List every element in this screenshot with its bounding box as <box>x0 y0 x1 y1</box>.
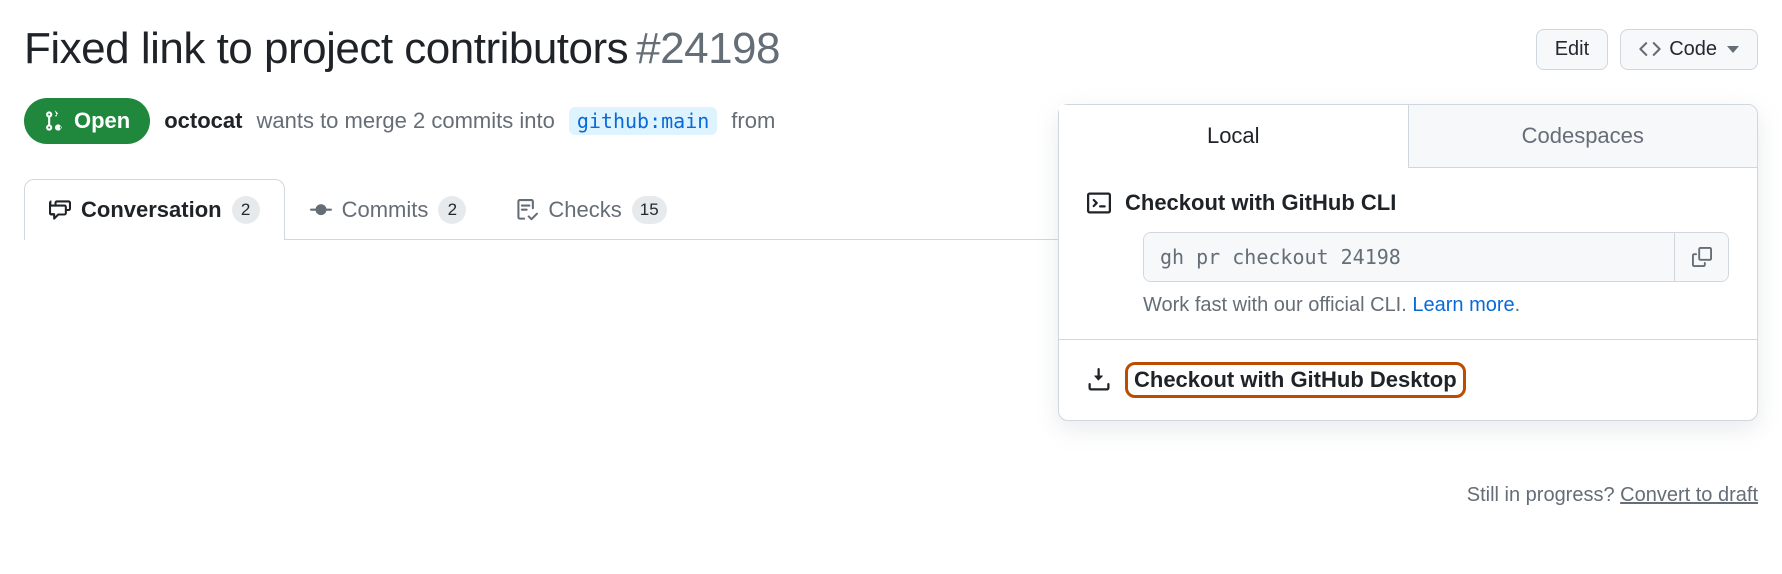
state-label: Open <box>74 108 130 134</box>
tab-conversation-count: 2 <box>232 196 260 224</box>
tab-conversation-label: Conversation <box>81 197 222 223</box>
comment-discussion-icon <box>49 199 71 221</box>
draft-hint: Still in progress? Convert to draft <box>1467 484 1758 507</box>
convert-to-draft-link[interactable]: Convert to draft <box>1620 484 1758 506</box>
copy-icon <box>1692 247 1712 267</box>
pr-number: #24198 <box>636 24 780 74</box>
cli-learn-more-link[interactable]: Learn more <box>1412 294 1514 316</box>
merge-from-text: from <box>731 108 775 134</box>
copy-button[interactable] <box>1674 233 1728 281</box>
state-badge: Open <box>24 98 150 144</box>
tab-commits-count: 2 <box>438 196 466 224</box>
cli-command-input[interactable] <box>1144 233 1674 281</box>
terminal-icon <box>1087 191 1111 215</box>
dropdown-tab-codespaces[interactable]: Codespaces <box>1409 105 1758 168</box>
desktop-heading-text: Checkout with GitHub Desktop <box>1134 367 1457 392</box>
pr-title: Fixed link to project contributors #2419… <box>24 24 780 74</box>
cli-heading: Checkout with GitHub CLI <box>1087 190 1729 216</box>
code-dropdown: Local Codespaces Checkout with GitHub CL… <box>1058 104 1758 421</box>
desktop-heading[interactable]: Checkout with GitHub Desktop <box>1087 362 1729 398</box>
edit-button[interactable]: Edit <box>1536 29 1608 70</box>
desktop-download-icon <box>1087 368 1111 392</box>
merge-text: wants to merge 2 commits into <box>256 108 554 134</box>
tab-commits[interactable]: Commits 2 <box>285 179 492 240</box>
git-commit-icon <box>310 199 332 221</box>
draft-hint-text: Still in progress? <box>1467 484 1615 506</box>
tab-checks-label: Checks <box>548 197 621 223</box>
cli-heading-text: Checkout with GitHub CLI <box>1125 190 1396 216</box>
pr-author[interactable]: octocat <box>164 108 242 134</box>
tab-conversation[interactable]: Conversation 2 <box>24 179 285 240</box>
tab-commits-label: Commits <box>342 197 429 223</box>
base-branch[interactable]: github:main <box>569 107 717 135</box>
code-button-label: Code <box>1669 38 1717 61</box>
tab-checks[interactable]: Checks 15 <box>491 179 691 240</box>
git-pull-request-icon <box>44 110 66 132</box>
code-button[interactable]: Code <box>1620 29 1758 70</box>
dropdown-tab-local[interactable]: Local <box>1059 105 1409 168</box>
checklist-icon <box>516 199 538 221</box>
pr-title-text: Fixed link to project contributors <box>24 24 628 74</box>
code-icon <box>1639 38 1661 60</box>
desktop-heading-highlight: Checkout with GitHub Desktop <box>1125 362 1466 398</box>
cli-hint-text: Work fast with our official CLI. <box>1143 294 1407 316</box>
cli-hint: Work fast with our official CLI. Learn m… <box>1143 294 1729 317</box>
tab-checks-count: 15 <box>632 196 667 224</box>
caret-down-icon <box>1727 46 1739 53</box>
edit-button-label: Edit <box>1555 38 1589 61</box>
